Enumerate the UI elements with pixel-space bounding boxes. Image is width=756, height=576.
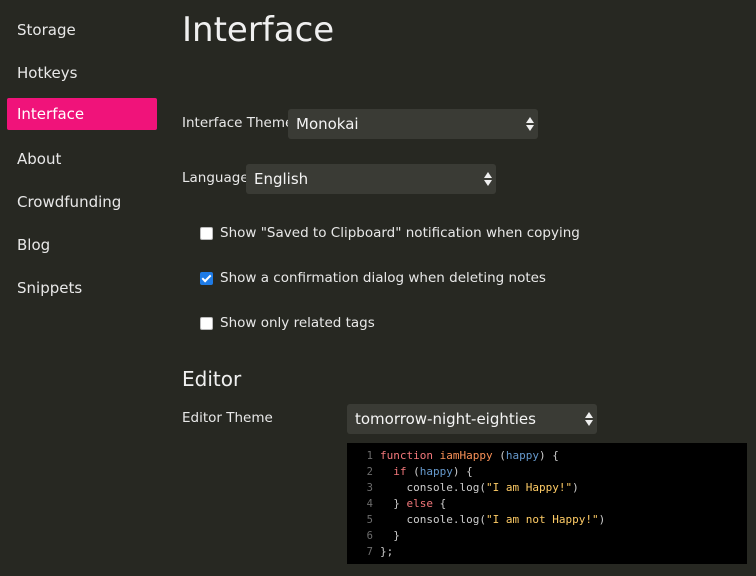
line-number: 6 [366,530,373,542]
delete-confirmation-option: Show a confirmation dialog when deleting… [200,268,546,288]
settings-sidebar: Storage Hotkeys Interface About Crowdfun… [0,0,165,576]
code-line: 7 }; [347,544,747,560]
settings-main: Interface Interface Theme Monokai Langua… [182,0,756,576]
code-text: console.log("I am not Happy!") [406,513,606,526]
code-line: 3 console.log("I am Happy!") [347,480,747,496]
code-text: } else { [393,497,447,510]
related-tags-option: Show only related tags [200,313,375,333]
select-arrows-icon [585,410,593,428]
editor-theme-select[interactable]: tomorrow-night-eighties [347,404,597,434]
code-text: if (happy) { [393,465,473,478]
clipboard-notification-checkbox[interactable] [200,226,213,240]
language-label: Language [182,170,249,186]
language-select[interactable]: English [246,164,496,194]
sidebar-item-crowdfunding[interactable]: Crowdfunding [7,186,157,218]
editor-section-title: Editor [182,367,242,391]
language-value: English [254,170,309,188]
sidebar-item-about[interactable]: About [7,143,157,175]
code-text: }; [380,545,394,558]
interface-theme-label: Interface Theme [182,115,294,131]
line-number: 1 [366,450,373,462]
code-line: 4 } else { [347,496,747,512]
code-line: 2 if (happy) { [347,464,747,480]
interface-theme-value: Monokai [296,115,359,133]
code-text: } [393,529,400,542]
clipboard-notification-label: Show "Saved to Clipboard" notification w… [220,225,580,241]
code-text: console.log("I am Happy!") [406,481,579,494]
sidebar-item-interface[interactable]: Interface [7,98,157,130]
code-line: 1 function iamHappy (happy) { [347,448,747,464]
editor-theme-label: Editor Theme [182,410,273,426]
related-tags-checkbox[interactable] [200,316,213,330]
page-title: Interface [182,10,335,50]
interface-theme-select[interactable]: Monokai [288,109,538,139]
sidebar-item-snippets[interactable]: Snippets [7,272,157,304]
code-preview: 1 function iamHappy (happy) { 2 if (happ… [347,443,747,564]
sidebar-item-blog[interactable]: Blog [7,229,157,261]
code-line: 5 console.log("I am not Happy!") [347,512,747,528]
line-number: 7 [366,546,373,558]
editor-theme-value: tomorrow-night-eighties [355,410,536,428]
line-number: 4 [366,498,373,510]
sidebar-item-storage[interactable]: Storage [7,14,157,46]
code-text: function iamHappy (happy) { [380,449,559,462]
line-number: 3 [366,482,373,494]
code-line: 6 } [347,528,747,544]
line-number: 2 [366,466,373,478]
sidebar-item-hotkeys[interactable]: Hotkeys [7,57,157,89]
select-arrows-icon [526,115,534,133]
delete-confirmation-label: Show a confirmation dialog when deleting… [220,270,546,286]
related-tags-label: Show only related tags [220,315,375,331]
clipboard-notification-option: Show "Saved to Clipboard" notification w… [200,223,580,243]
delete-confirmation-checkbox[interactable] [200,271,213,285]
select-arrows-icon [484,170,492,188]
line-number: 5 [366,514,373,526]
